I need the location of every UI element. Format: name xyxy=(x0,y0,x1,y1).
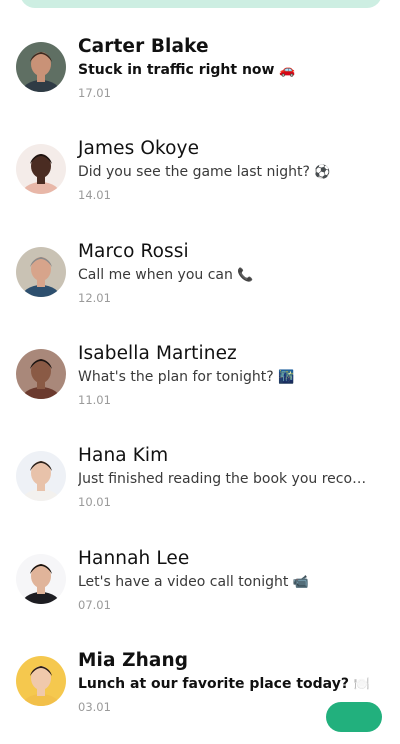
contact-name: Hannah Lee xyxy=(78,548,190,569)
message-text: Lunch at our favorite place today? xyxy=(78,676,349,692)
message-emoji: 📞 xyxy=(237,268,254,283)
message-preview: Lunch at our favorite place today? 🍽️ xyxy=(78,676,378,692)
message-date: 12.01 xyxy=(78,291,111,305)
chat-list-item[interactable]: Carter Blake Stuck in traffic right now 🚗… xyxy=(0,36,400,130)
message-text: What's the plan for tonight? xyxy=(78,369,274,385)
chat-list-item[interactable]: Marco Rossi Call me when you can 📞 12.01 xyxy=(0,241,400,335)
message-text: Call me when you can xyxy=(78,267,233,283)
message-date: 14.01 xyxy=(78,188,111,202)
contact-name: Carter Blake xyxy=(78,36,209,57)
message-text: Stuck in traffic right now xyxy=(78,62,275,78)
message-date: 03.01 xyxy=(78,700,111,714)
contact-name: James Okoye xyxy=(78,138,200,159)
message-preview: Stuck in traffic right now 🚗 xyxy=(78,62,378,78)
message-text: Let's have a video call tonight xyxy=(78,574,289,590)
avatar xyxy=(16,349,66,399)
message-preview: Let's have a video call tonight 📹 xyxy=(78,574,378,590)
message-emoji: 🚗 xyxy=(279,63,296,78)
message-preview: What's the plan for tonight? 🌃 xyxy=(78,369,378,385)
message-date: 11.01 xyxy=(78,393,111,407)
avatar xyxy=(16,144,66,194)
message-preview: Just finished reading the book you recom… xyxy=(78,471,378,487)
message-date: 17.01 xyxy=(78,86,111,100)
contact-name: Isabella Martinez xyxy=(78,343,237,364)
chat-list-item[interactable]: Hana Kim Just finished reading the book y… xyxy=(0,445,400,539)
message-date: 07.01 xyxy=(78,598,111,612)
message-emoji: 🌃 xyxy=(278,370,295,385)
message-date: 10.01 xyxy=(78,495,111,509)
contact-name: Hana Kim xyxy=(78,445,169,466)
search-bar[interactable] xyxy=(20,0,382,8)
chat-list-item[interactable]: Hannah Lee Let's have a video call tonigh… xyxy=(0,548,400,642)
new-chat-button[interactable] xyxy=(326,702,382,732)
message-text: Just finished reading the book you recom… xyxy=(78,471,378,487)
avatar xyxy=(16,247,66,297)
avatar xyxy=(16,656,66,706)
avatar xyxy=(16,42,66,92)
chat-list-item[interactable]: Isabella Martinez What's the plan for ton… xyxy=(0,343,400,437)
contact-name: Marco Rossi xyxy=(78,241,189,262)
message-emoji: 📹 xyxy=(292,575,309,590)
avatar xyxy=(16,451,66,501)
message-preview: Did you see the game last night? ⚽ xyxy=(78,164,378,180)
contact-name: Mia Zhang xyxy=(78,650,189,671)
message-preview: Call me when you can 📞 xyxy=(78,267,378,283)
message-emoji: ⚽ xyxy=(314,165,331,180)
chat-list-item[interactable]: James Okoye Did you see the game last nig… xyxy=(0,138,400,232)
message-emoji: 🍽️ xyxy=(353,677,371,692)
avatar xyxy=(16,554,66,604)
message-text: Did you see the game last night? xyxy=(78,164,310,180)
